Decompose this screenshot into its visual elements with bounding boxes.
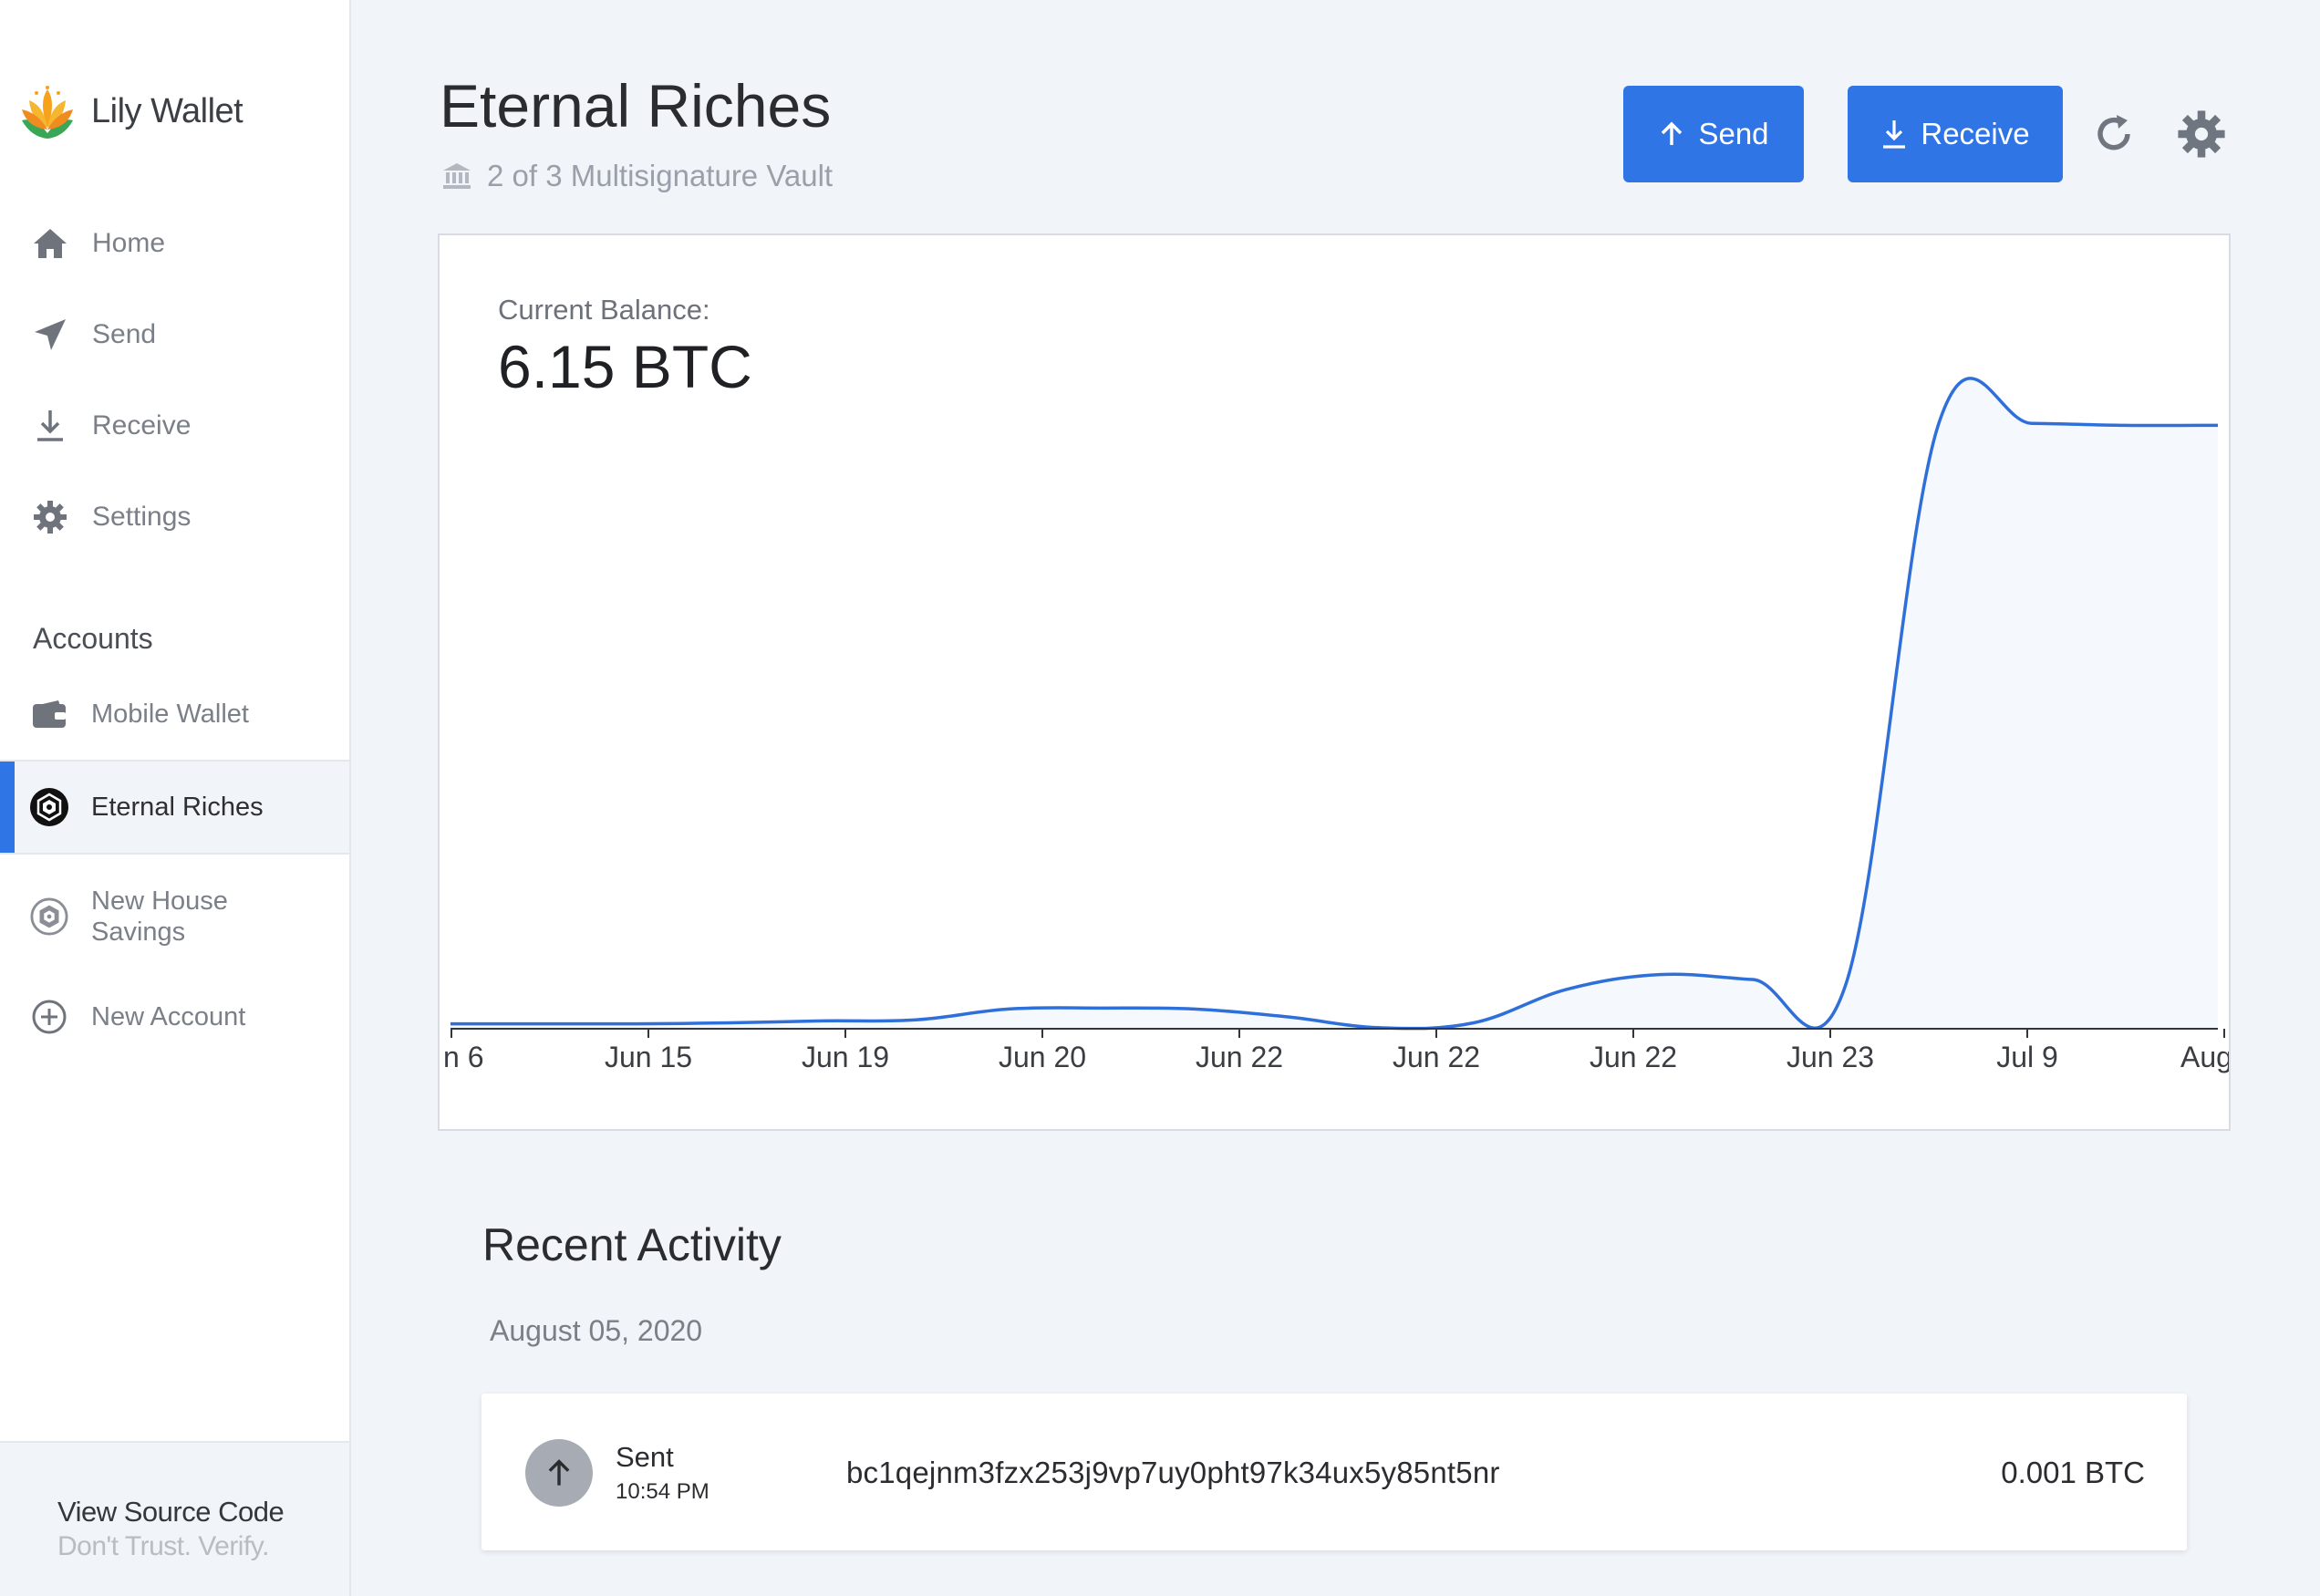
sidebar: Lily Wallet Home Send Receive Settings A… bbox=[0, 0, 351, 1596]
x-tick-label: Jun 19 bbox=[802, 1041, 889, 1073]
gear-icon bbox=[31, 498, 69, 536]
plus-circle-icon bbox=[29, 997, 69, 1037]
activity-date-heading: August 05, 2020 bbox=[490, 1314, 703, 1347]
vault-icon bbox=[29, 787, 69, 827]
nav-home-label: Home bbox=[92, 228, 166, 258]
x-tick-label: Aug bbox=[2180, 1041, 2229, 1073]
footer-tagline: Don't Trust. Verify. bbox=[57, 1531, 269, 1561]
vault-icon bbox=[29, 896, 69, 937]
bank-icon bbox=[443, 163, 471, 189]
x-tick-label: Jun 15 bbox=[605, 1041, 692, 1073]
nav-home[interactable]: Home bbox=[0, 212, 349, 275]
new-account-button[interactable]: New Account bbox=[0, 985, 349, 1049]
download-icon bbox=[31, 407, 69, 445]
recent-activity-title: Recent Activity bbox=[482, 1219, 782, 1270]
nav-send-label: Send bbox=[92, 319, 157, 349]
account-eternal-riches-label: Eternal Riches bbox=[91, 793, 264, 822]
account-mobile-wallet[interactable]: Mobile Wallet bbox=[0, 682, 349, 746]
transaction-row[interactable]: Sent 10:54 PM bc1qejnm3fzx253j9vp7uy0pht… bbox=[482, 1394, 2187, 1550]
paper-plane-icon bbox=[31, 316, 69, 354]
transaction-time: 10:54 PM bbox=[616, 1479, 709, 1504]
x-tick-label: Jun 22 bbox=[1393, 1041, 1480, 1073]
account-new-house-savings[interactable]: New House Savings bbox=[0, 880, 349, 953]
vault-settings-button[interactable] bbox=[2174, 107, 2229, 161]
balance-chart-card: Current Balance: 6.15 BTC n 6 Jun 15 Jun 1… bbox=[438, 233, 2231, 1131]
x-tick-label: Jun 20 bbox=[999, 1041, 1086, 1073]
view-source-link[interactable]: View Source Code bbox=[57, 1496, 285, 1529]
refresh-button[interactable] bbox=[2087, 107, 2141, 161]
download-icon bbox=[1883, 120, 1906, 149]
transaction-address: bc1qejnm3fzx253j9vp7uy0pht97k34ux5y85nt5… bbox=[846, 1456, 1500, 1489]
brand[interactable]: Lily Wallet bbox=[16, 80, 243, 142]
x-tick-label: Jun 23 bbox=[1787, 1041, 1874, 1073]
vault-subtitle-text: 2 of 3 Multisignature Vault bbox=[487, 159, 834, 192]
x-tick-label: Jun 22 bbox=[1196, 1041, 1283, 1073]
refresh-icon bbox=[2097, 115, 2130, 150]
account-eternal-riches[interactable]: Eternal Riches bbox=[0, 760, 349, 855]
transaction-amount: 0.001 BTC bbox=[2001, 1456, 2145, 1489]
gear-icon bbox=[2178, 110, 2225, 158]
nav-receive[interactable]: Receive bbox=[0, 394, 349, 458]
nav-settings[interactable]: Settings bbox=[0, 485, 349, 549]
arrow-up-icon bbox=[1662, 121, 1683, 145]
home-icon bbox=[31, 224, 69, 263]
sidebar-footer: View Source Code Don't Trust. Verify. bbox=[0, 1441, 349, 1596]
lily-logo-icon bbox=[22, 86, 73, 139]
receive-button-label: Receive bbox=[1921, 117, 2030, 150]
nav-settings-label: Settings bbox=[92, 502, 192, 532]
vault-subtitle: 2 of 3 Multisignature Vault bbox=[441, 159, 833, 193]
arrow-up-icon bbox=[525, 1439, 593, 1507]
x-tick-label: Jul 9 bbox=[1996, 1041, 2058, 1073]
account-mobile-wallet-label: Mobile Wallet bbox=[91, 700, 249, 729]
page-title: Eternal Riches bbox=[440, 72, 832, 140]
nav-receive-label: Receive bbox=[92, 410, 192, 440]
x-tick-label: n 6 bbox=[443, 1041, 483, 1073]
receive-button[interactable]: Receive bbox=[1848, 86, 2063, 182]
new-account-label: New Account bbox=[91, 1002, 246, 1031]
accounts-heading: Accounts bbox=[33, 622, 153, 655]
x-tick-label: Jun 22 bbox=[1590, 1041, 1677, 1073]
send-button[interactable]: Send bbox=[1623, 86, 1804, 182]
balance-chart: n 6 Jun 15 Jun 19 Jun 20 Jun 22 Jun 22 Jun 22 J… bbox=[443, 377, 2229, 1073]
account-new-house-savings-label: New House Savings bbox=[91, 886, 228, 947]
balance-area bbox=[451, 378, 2218, 1029]
send-button-label: Send bbox=[1698, 117, 1769, 150]
nav-send[interactable]: Send bbox=[0, 303, 349, 367]
wallet-icon bbox=[29, 694, 69, 734]
transaction-type: Sent bbox=[616, 1441, 674, 1473]
app-name: Lily Wallet bbox=[91, 91, 243, 130]
